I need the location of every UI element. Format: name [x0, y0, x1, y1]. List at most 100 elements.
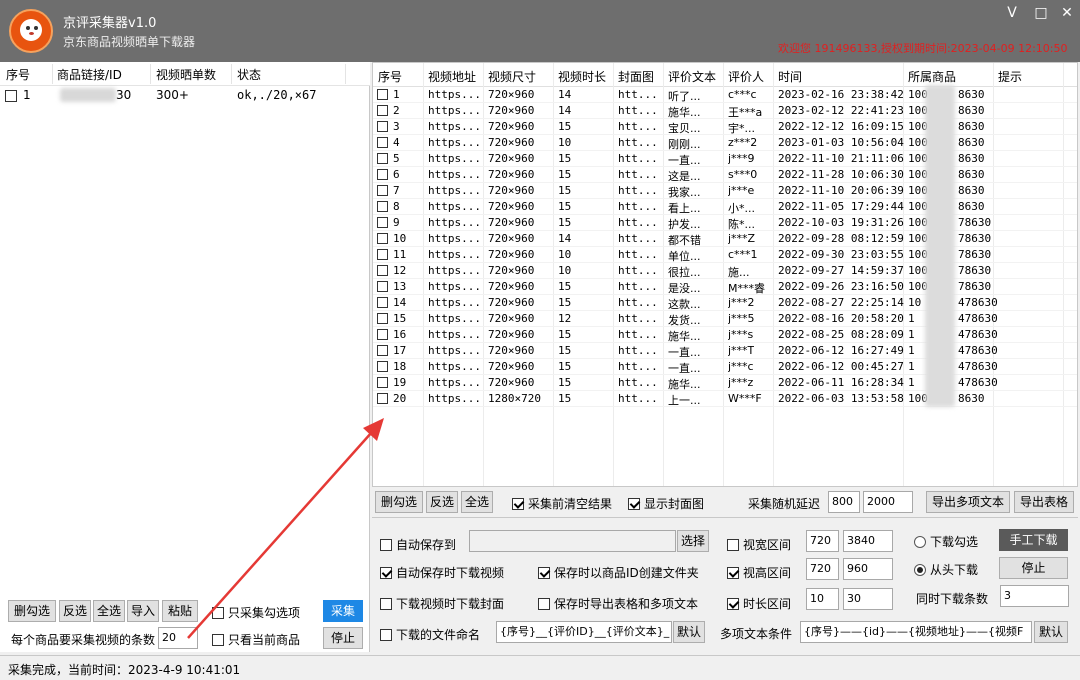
grid-row-checkbox[interactable]: [377, 153, 388, 164]
grid-row-checkbox[interactable]: [377, 361, 388, 372]
manual-download-button[interactable]: 手工下载: [999, 529, 1068, 551]
file-naming-input[interactable]: {序号}__{评价ID}__{评价文本}_: [496, 621, 672, 643]
table-row[interactable]: 3 https... 720×960 15 htt... 宝贝... 宇*... 2022-1…: [373, 119, 1077, 135]
download-cover-checkbox[interactable]: 下载视频时下载封面: [380, 595, 504, 612]
table-row[interactable]: 17 https... 720×960 15 htt... 一直... j***T 2022-…: [373, 343, 1077, 359]
left-invert-button[interactable]: 反选: [59, 600, 91, 622]
maximize-icon[interactable]: □: [1029, 3, 1053, 23]
grid-row-time: 2022-11-28 10:06:30: [778, 168, 904, 181]
grid-row-checkbox[interactable]: [377, 233, 388, 244]
grid-row-checkbox[interactable]: [377, 185, 388, 196]
only-checked-checkbox[interactable]: 只采集勾选项: [212, 604, 300, 621]
product-row-checkbox[interactable]: [5, 89, 17, 102]
grid-row-checkbox[interactable]: [377, 313, 388, 324]
export-on-save-checkbox[interactable]: 保存时导出表格和多项文本: [538, 595, 698, 612]
duration-max-input[interactable]: 30: [843, 588, 893, 610]
grid-row-checkbox[interactable]: [377, 249, 388, 260]
table-row[interactable]: 18 https... 720×960 15 htt... 一直... j***c 2022-…: [373, 359, 1077, 375]
grid-row-checkbox[interactable]: [377, 137, 388, 148]
width-range-checkbox[interactable]: 视宽区间: [727, 536, 791, 553]
left-select-all-button[interactable]: 全选: [93, 600, 125, 622]
grid-row-url: https...: [428, 88, 481, 101]
close-icon[interactable]: ✕: [1055, 3, 1079, 23]
table-row[interactable]: 1 https... 720×960 14 htt... 听了... c***c 2023-0…: [373, 87, 1077, 103]
table-row[interactable]: 7 https... 720×960 15 htt... 我家... j***e 2022-1…: [373, 183, 1077, 199]
naming-default-button[interactable]: 默认: [673, 621, 705, 643]
grid-row-checkbox[interactable]: [377, 201, 388, 212]
product-row[interactable]: 1 30 300+ ok,./20,×67: [0, 86, 370, 104]
table-row[interactable]: 8 https... 720×960 15 htt... 看上... 小*... 2022-1…: [373, 199, 1077, 215]
choose-folder-button[interactable]: 选择: [677, 530, 709, 552]
height-range-checkbox[interactable]: 视高区间: [727, 564, 791, 581]
table-row[interactable]: 11 https... 720×960 10 htt... 单位... c***1 2022-…: [373, 247, 1077, 263]
grid-row-checkbox[interactable]: [377, 121, 388, 132]
table-row[interactable]: 14 https... 720×960 15 htt... 这款... j***2 2022-…: [373, 295, 1077, 311]
duration-range-checkbox[interactable]: 时长区间: [727, 595, 791, 612]
table-row[interactable]: 5 https... 720×960 15 htt... 一直... j***9 2022-1…: [373, 151, 1077, 167]
grid-row-checkbox[interactable]: [377, 105, 388, 116]
minimize-icon[interactable]: V: [1000, 3, 1024, 23]
file-naming-checkbox[interactable]: 下载的文件命名: [380, 626, 480, 643]
duration-min-input[interactable]: 10: [806, 588, 839, 610]
grid-row-checkbox[interactable]: [377, 281, 388, 292]
per-item-count-input[interactable]: 20: [158, 627, 198, 649]
download-checked-radio[interactable]: 下载勾选: [914, 533, 978, 550]
save-path-input[interactable]: [469, 530, 676, 552]
grid-row-checkbox[interactable]: [377, 89, 388, 100]
grid-row-time: 2023-01-03 10:56:04: [778, 136, 904, 149]
collect-button[interactable]: 采集: [323, 600, 363, 622]
table-row[interactable]: 6 https... 720×960 15 htt... 这是... s***0 2022-1…: [373, 167, 1077, 183]
grid-row-checkbox[interactable]: [377, 377, 388, 388]
table-row[interactable]: 9 https... 720×960 15 htt... 护发... 陈*... 2022-1…: [373, 215, 1077, 231]
create-folder-checkbox[interactable]: 保存时以商品ID创建文件夹: [538, 564, 699, 581]
import-button[interactable]: 导入: [127, 600, 159, 622]
grid-row-checkbox[interactable]: [377, 169, 388, 180]
grid-row-checkbox[interactable]: [377, 265, 388, 276]
table-row[interactable]: 15 https... 720×960 12 htt... 发货... j***5 2022-…: [373, 311, 1077, 327]
only-current-checkbox[interactable]: 只看当前商品: [212, 631, 300, 648]
height-min-input[interactable]: 720: [806, 558, 839, 580]
grid-row-checkbox[interactable]: [377, 329, 388, 340]
auto-save-video-checkbox[interactable]: 自动保存时下载视频: [380, 564, 504, 581]
table-row[interactable]: 19 https... 720×960 15 htt... 施华... j***z 2022-…: [373, 375, 1077, 391]
export-multi-text-button[interactable]: 导出多项文本: [926, 491, 1010, 513]
grid-row-checkbox[interactable]: [377, 217, 388, 228]
grid-row-checkbox[interactable]: [377, 297, 388, 308]
multi-text-default-button[interactable]: 默认: [1034, 621, 1068, 643]
grid-invert-button[interactable]: 反选: [426, 491, 458, 513]
width-max-input[interactable]: 3840: [843, 530, 893, 552]
left-uncheck-button[interactable]: 删勾选: [8, 600, 56, 622]
grid-row-checkbox[interactable]: [377, 345, 388, 356]
grid-row-product-suffix: 78630: [958, 280, 992, 293]
table-row[interactable]: 12 https... 720×960 10 htt... 很拉... 施... 2022-0…: [373, 263, 1077, 279]
grid-row-reviewer: j***5: [728, 312, 755, 325]
concurrent-downloads-input[interactable]: 3: [1000, 585, 1069, 607]
auto-save-to-checkbox[interactable]: 自动保存到: [380, 536, 456, 553]
download-stop-button[interactable]: 停止: [999, 557, 1068, 579]
grid-row-cover: htt...: [618, 392, 658, 405]
grid-uncheck-button[interactable]: 删勾选: [375, 491, 423, 513]
width-min-input[interactable]: 720: [806, 530, 839, 552]
table-row[interactable]: 2 https... 720×960 14 htt... 施华... 王***a 2023-0…: [373, 103, 1077, 119]
table-row[interactable]: 16 https... 720×960 15 htt... 施华... j***s 2022-…: [373, 327, 1077, 343]
grid-row-checkbox[interactable]: [377, 393, 388, 404]
left-stop-button[interactable]: 停止: [323, 627, 363, 649]
table-row[interactable]: 13 https... 720×960 15 htt... 是没... M***睿 2022-…: [373, 279, 1077, 295]
clear-before-collect-checkbox[interactable]: 采集前清空结果: [512, 495, 612, 512]
grid-row-duration: 10: [558, 136, 572, 149]
grid-row-time: 2022-06-12 00:45:27: [778, 360, 904, 373]
paste-button[interactable]: 粘贴: [162, 600, 198, 622]
grid-select-all-button[interactable]: 全选: [461, 491, 493, 513]
download-from-start-radio[interactable]: 从头下载: [914, 561, 978, 578]
export-table-button[interactable]: 导出表格: [1014, 491, 1074, 513]
table-row[interactable]: 4 https... 720×960 10 htt... 刚刚... z***2 2023-0…: [373, 135, 1077, 151]
only-checked-label: 只采集勾选项: [228, 606, 301, 620]
table-row[interactable]: 20 https... 1280×720 15 htt... 上一... W***F 2022…: [373, 391, 1077, 407]
delay-max-input[interactable]: 2000: [863, 491, 913, 513]
table-row[interactable]: 10 https... 720×960 14 htt... 都不错 j***Z 2022-09…: [373, 231, 1077, 247]
grid-row-reviewer: j***c: [728, 360, 754, 373]
delay-min-input[interactable]: 800: [828, 491, 860, 513]
height-max-input[interactable]: 960: [843, 558, 893, 580]
show-cover-checkbox[interactable]: 显示封面图: [628, 495, 704, 512]
multi-text-condition-input[interactable]: {序号}——{id}——{视频地址}——{视频F: [800, 621, 1032, 643]
